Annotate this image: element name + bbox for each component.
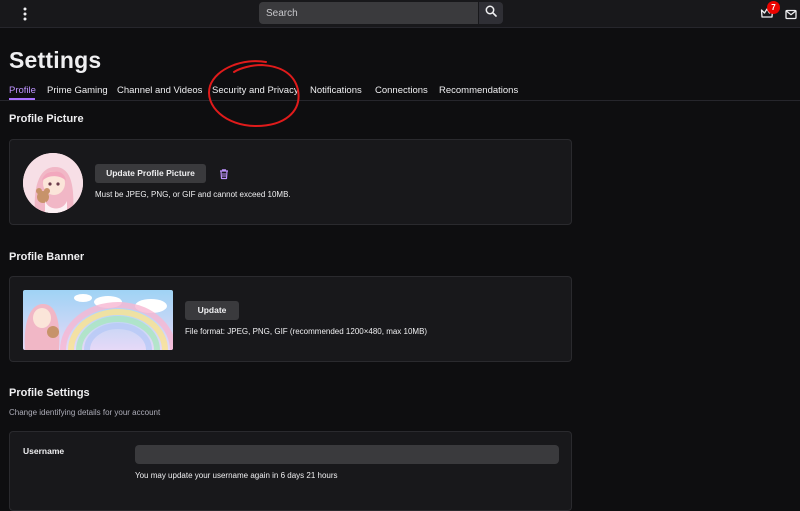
trash-icon	[218, 167, 230, 184]
profile-settings-card: Username You may update your username ag…	[9, 431, 572, 511]
profile-banner-image	[23, 290, 173, 350]
profile-picture-hint: Must be JPEG, PNG, or GIF and cannot exc…	[95, 190, 291, 199]
avatar	[23, 153, 83, 213]
update-profile-picture-button[interactable]: Update Profile Picture	[95, 164, 206, 183]
more-options-icon[interactable]	[18, 6, 32, 22]
delete-profile-picture-button[interactable]	[218, 167, 230, 180]
username-label: Username	[23, 446, 65, 456]
tabs-divider	[0, 100, 800, 101]
tab-security-and-privacy[interactable]: Security and Privacy	[212, 85, 299, 96]
search-bar	[259, 2, 503, 24]
profile-picture-card: Update Profile Picture Must be JPEG, PNG…	[9, 139, 572, 225]
tab-notifications[interactable]: Notifications	[310, 85, 362, 96]
profile-banner-heading: Profile Banner	[9, 251, 85, 263]
notification-count-badge: 7	[767, 1, 780, 14]
page-title: Settings	[9, 47, 102, 73]
username-hint: You may update your username again in 6 …	[135, 471, 338, 480]
profile-banner-card: Update File format: JPEG, PNG, GIF (reco…	[9, 276, 572, 362]
profile-picture-heading: Profile Picture	[9, 113, 84, 125]
top-nav-bar: 7	[0, 0, 800, 28]
tab-recommendations[interactable]: Recommendations	[439, 85, 518, 96]
whispers-button[interactable]	[785, 7, 797, 20]
search-icon	[485, 4, 497, 22]
search-button[interactable]	[479, 2, 503, 24]
tab-connections[interactable]: Connections	[375, 85, 428, 96]
mail-icon	[785, 7, 797, 24]
update-banner-button[interactable]: Update	[185, 301, 239, 320]
profile-banner-hint: File format: JPEG, PNG, GIF (recommended…	[185, 327, 428, 336]
tab-prime-gaming[interactable]: Prime Gaming	[47, 85, 108, 96]
tab-channel-and-videos[interactable]: Channel and Videos	[117, 85, 202, 96]
profile-settings-subtitle: Change identifying details for your acco…	[9, 408, 161, 417]
search-input[interactable]	[259, 2, 479, 24]
username-field[interactable]	[135, 445, 559, 464]
tab-profile[interactable]: Profile	[9, 85, 36, 96]
profile-settings-heading: Profile Settings	[9, 387, 90, 399]
